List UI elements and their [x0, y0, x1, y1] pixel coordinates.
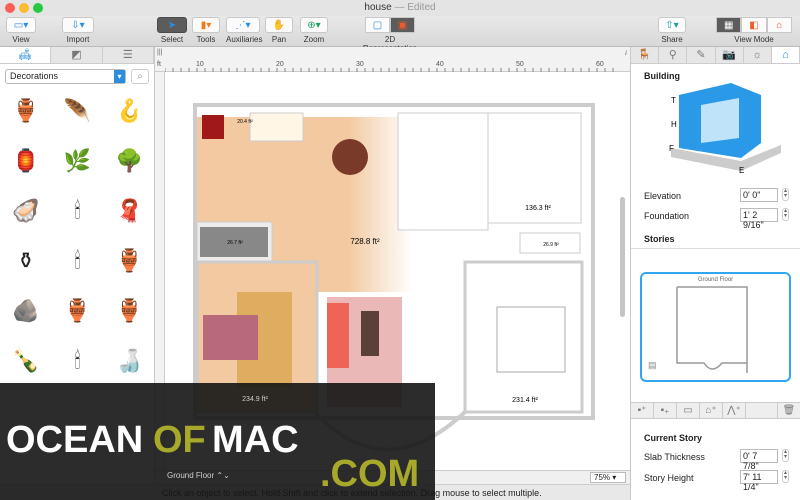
- import-icon: ⇩▾: [62, 17, 94, 33]
- elevation-field[interactable]: 0' 0": [740, 188, 778, 202]
- chevron-down-icon: ▾: [114, 70, 125, 83]
- library-item[interactable]: 🏺: [0, 93, 52, 129]
- library-item[interactable]: 🧣: [103, 193, 155, 229]
- window-title: house — Edited: [364, 2, 436, 13]
- 3d-view-icon[interactable]: ⌂: [766, 17, 792, 33]
- slab-thickness-field[interactable]: 0' 7 7/8": [740, 449, 778, 471]
- tab-building[interactable]: ⌂: [771, 47, 800, 63]
- story-card-ground-floor[interactable]: Ground Floor ▤: [640, 272, 791, 382]
- svg-text:26.7 ft²: 26.7 ft²: [227, 240, 243, 246]
- library-item[interactable]: 🪝: [103, 93, 155, 129]
- search-button[interactable]: ⌕: [131, 69, 149, 84]
- dining-table[interactable]: [332, 139, 368, 175]
- library-item[interactable]: 🕯: [52, 193, 104, 229]
- pan-button[interactable]: ✋ Pan: [265, 17, 293, 44]
- library-item[interactable]: 🏺: [52, 293, 104, 329]
- foundation-field[interactable]: 1' 2 9/16": [740, 208, 778, 230]
- view-icon: ▭▾: [6, 17, 36, 33]
- svg-text:20.4 ft²: 20.4 ft²: [237, 119, 253, 125]
- library-item[interactable]: 🏺: [103, 293, 155, 329]
- library-item[interactable]: 🌿: [52, 143, 104, 179]
- add-story-below-icon[interactable]: ▪₊: [654, 403, 677, 418]
- slab-stepper[interactable]: ▴ ▾: [782, 449, 789, 462]
- tab-camera[interactable]: 📷: [716, 47, 744, 63]
- library-item[interactable]: 🦪: [0, 193, 52, 229]
- coffee-table[interactable]: [361, 311, 379, 356]
- svg-text:H: H: [671, 120, 677, 129]
- share-button[interactable]: ⇧▾ Share: [658, 17, 686, 44]
- library-item[interactable]: 🍾: [0, 343, 52, 379]
- tab-pencil[interactable]: ✎: [687, 47, 716, 63]
- tools-icon: ▮▾: [192, 17, 220, 33]
- svg-text:E: E: [739, 166, 744, 175]
- 2d-outline-icon[interactable]: ▢: [365, 17, 390, 33]
- toolbar: ▭▾ View ⇩▾ Import ➤ Select ▮▾ Tools ⋰▾ Auxili…: [0, 16, 800, 53]
- story-height-field[interactable]: 7' 11 1/4": [740, 470, 778, 492]
- 2d-textured-icon[interactable]: ▣: [390, 17, 415, 33]
- auxiliaries-icon: ⋰▾: [226, 17, 260, 33]
- svg-text:26.9 ft²: 26.9 ft²: [543, 242, 559, 248]
- bed[interactable]: [203, 315, 258, 360]
- svg-text:231.4 ft²: 231.4 ft²: [512, 397, 538, 404]
- library-item[interactable]: 🏺: [103, 243, 155, 279]
- library-item[interactable]: 🏮: [0, 143, 52, 179]
- story-settings-icon[interactable]: ▭: [677, 403, 700, 418]
- library-item[interactable]: 🕯: [52, 243, 104, 279]
- tab-list[interactable]: ☰: [103, 47, 154, 63]
- share-icon: ⇧▾: [658, 17, 686, 33]
- sofa[interactable]: [327, 303, 349, 368]
- zoom-icon: ⊕▾: [300, 17, 328, 33]
- add-house-icon[interactable]: ⌂⁺: [700, 403, 723, 418]
- tab-stamp[interactable]: ⚲: [659, 47, 688, 63]
- tab-object[interactable]: 🪑: [631, 47, 660, 63]
- kitchenette[interactable]: [249, 112, 304, 142]
- floor-selector[interactable]: Ground Floor ⌃⌄: [167, 471, 230, 480]
- tab-materials[interactable]: ◩: [51, 47, 103, 63]
- master-bedroom[interactable]: [463, 260, 584, 414]
- svg-text:F: F: [669, 144, 674, 153]
- add-story-above-icon[interactable]: ▪⁺: [631, 403, 654, 418]
- library-item[interactable]: 🌳: [103, 143, 155, 179]
- select-button[interactable]: ➤ Select: [157, 17, 187, 44]
- rug-red: [202, 115, 224, 139]
- library-item[interactable]: 🪨: [0, 293, 52, 329]
- library-item[interactable]: ⚱: [0, 243, 52, 279]
- library-item[interactable]: 🍶: [103, 343, 155, 379]
- story-height-stepper[interactable]: ▴ ▾: [782, 470, 789, 483]
- split-view-icon[interactable]: ◧: [741, 17, 767, 33]
- category-dropdown[interactable]: Decorations ▾: [5, 69, 126, 84]
- zoom-level-dropdown[interactable]: 75% ▾: [590, 472, 626, 483]
- vertical-scrollbar[interactable]: [620, 197, 625, 317]
- zoom-button[interactable]: ⊕▾ Zoom: [300, 17, 328, 44]
- view-mode-control[interactable]: ▦ ◧ ⌂ View Mode: [716, 17, 792, 44]
- cursor-icon: ➤: [157, 17, 187, 33]
- story-thumbnail: ▤: [648, 286, 748, 373]
- trash-icon[interactable]: 🗑: [778, 403, 800, 418]
- tools-button[interactable]: ▮▾ Tools: [192, 17, 220, 44]
- building-diagram: T H F E: [669, 83, 781, 175]
- library-item[interactable]: 🕯: [52, 343, 104, 379]
- add-roof-icon[interactable]: ⋀⁺: [723, 403, 746, 418]
- library-grid: 🏺 🪶 🪝 🏮 🌿 🌳 🦪 🕯 🧣 ⚱ 🕯 🏺 🪨 🏺 🏺 🍾 🕯 🍶: [0, 93, 155, 379]
- story-toolbar: ▪⁺ ▪₊ ▭ ⌂⁺ ⋀⁺ 🗑: [631, 402, 800, 419]
- auxiliaries-button[interactable]: ⋰▾ Auxiliaries: [226, 17, 262, 44]
- tab-furniture[interactable]: 🛋: [0, 47, 52, 63]
- room-area-bedroom: 234.9 ft²: [242, 396, 268, 403]
- plan-view-icon[interactable]: ▦: [716, 17, 742, 33]
- import-button[interactable]: ⇩▾ Import: [62, 17, 94, 44]
- title-bar: house — Edited: [0, 0, 800, 16]
- foundation-stepper[interactable]: ▴ ▾: [782, 208, 789, 221]
- view-button[interactable]: ▭▾ View: [6, 17, 36, 44]
- svg-text:136.3 ft²: 136.3 ft²: [525, 205, 551, 212]
- hand-icon: ✋: [265, 17, 293, 33]
- tab-light[interactable]: ☼: [744, 47, 772, 63]
- inspector-panel: 🪑 ⚲ ✎ 📷 ☼ ⌂ Building T H F E Elevation Founda…: [630, 47, 800, 500]
- svg-text:T: T: [671, 96, 676, 105]
- library-item[interactable]: 🪶: [52, 93, 104, 129]
- svg-text:728.8 ft²: 728.8 ft²: [350, 237, 380, 246]
- svg-text:▤: ▤: [648, 360, 657, 370]
- kitchen[interactable]: [397, 112, 489, 231]
- elevation-stepper[interactable]: ▴ ▾: [782, 188, 789, 201]
